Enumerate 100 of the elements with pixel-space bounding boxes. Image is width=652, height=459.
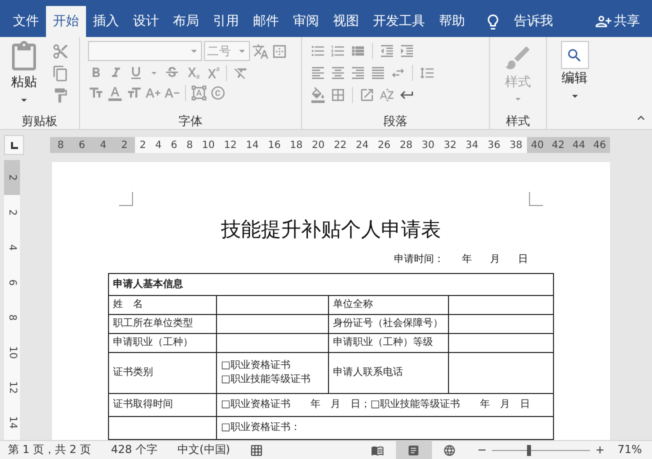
page-icon (407, 444, 420, 456)
ribbon-tab[interactable]: 开始 (46, 6, 86, 37)
ruler-number: 16 (268, 138, 281, 152)
ruler-number: 20 (312, 138, 325, 152)
book-icon (371, 444, 384, 456)
ruler-number: 6 (170, 138, 178, 152)
ruler-number: 6 (6, 279, 18, 286)
date-label: 申请时间： (394, 252, 444, 267)
bullets-icon[interactable] (310, 43, 326, 59)
editing-button[interactable]: 编辑 (556, 41, 592, 102)
ribbon-tab[interactable]: 邮件 (246, 6, 286, 37)
character-border-icon[interactable] (271, 42, 288, 60)
ribbon-tab[interactable]: 引用 (206, 6, 246, 37)
increase-indent-icon[interactable] (399, 43, 415, 59)
table-cell: □职业资格证书： (216, 417, 553, 439)
share-button[interactable]: 共享 (614, 12, 640, 32)
character-shading-icon[interactable] (191, 85, 207, 101)
ruler-number: 42 (552, 138, 564, 152)
table-cell-text: 申请职业（工种） (112, 336, 194, 350)
tell-me-button[interactable]: 告诉我 (514, 12, 553, 32)
ruler-number: 14 (246, 138, 259, 152)
table-cell: 申请职业（工种）等级 (328, 334, 448, 352)
table-cell-text: 证书取得时间 (112, 398, 174, 412)
ruler-number: 30 (422, 138, 434, 152)
decrease-indent-icon[interactable] (379, 43, 395, 59)
tab-selector[interactable] (4, 135, 24, 155)
ruler-number: 8 (186, 138, 193, 152)
table-cell: 申请人联系电话 (328, 353, 448, 393)
ruler-number: 34 (466, 138, 478, 152)
cut-icon[interactable] (52, 43, 69, 60)
document-title: 技能提升补贴个人申请表 (221, 216, 441, 243)
phonetic-guide-icon[interactable] (252, 42, 269, 60)
table-cell: □职业资格证书 □职业技能等级证书 (216, 353, 328, 393)
paste-button[interactable]: 粘贴 (4, 41, 44, 106)
ruler-number: 2 (6, 209, 18, 216)
table-cell-text: 姓 名 (112, 298, 144, 312)
group-title: 段落 (384, 113, 408, 130)
shading-icon[interactable] (310, 87, 326, 103)
table-cell: □职业资格证书 年 月 日；□职业技能等级证书 年 月 日 (216, 394, 553, 416)
paintbrush-icon[interactable] (52, 87, 69, 104)
ruler-number: 10 (6, 346, 18, 359)
macro-icon[interactable] (250, 444, 264, 456)
ribbon-tab[interactable]: 帮助 (432, 6, 472, 37)
globe-icon (443, 444, 456, 456)
ruler-number: 40 (531, 138, 544, 152)
ribbon-tab[interactable]: 开发工具 (366, 6, 432, 37)
ruler-number: 36 (488, 138, 500, 152)
zoom-slider[interactable] (492, 444, 590, 456)
group-title: 样式 (506, 113, 530, 130)
ruler-number: 2 (121, 138, 128, 152)
zoom-thumb[interactable] (526, 444, 531, 456)
justify-icon[interactable] (370, 65, 386, 81)
numbering-icon[interactable] (330, 43, 346, 59)
borders-icon[interactable] (330, 87, 346, 103)
word-count[interactable]: 428 个字 (110, 442, 158, 458)
ruler-number: 28 (400, 138, 412, 152)
ribbon-tab[interactable]: 插入 (86, 6, 126, 37)
person-add-icon[interactable] (595, 13, 612, 30)
font-name-field[interactable] (88, 41, 202, 61)
ribbon-tab[interactable]: 文件 (6, 6, 46, 37)
group-title: 字体 (178, 113, 202, 130)
zoom-in-icon[interactable] (594, 444, 606, 456)
ruler-number: 8 (57, 138, 64, 152)
ruler-number: 12 (6, 381, 18, 394)
ruler-number: 2 (6, 174, 18, 181)
align-left-icon[interactable] (310, 65, 326, 81)
table-cell-text: 申请人基本信息 (112, 278, 184, 292)
enclose-character-icon[interactable] (210, 85, 226, 101)
year-label: 年 (462, 253, 472, 267)
zoom-level[interactable]: 71% (618, 442, 642, 458)
ruler-number: 6 (78, 138, 86, 152)
ribbon-tab[interactable]: 审阅 (286, 6, 326, 37)
ruler-number: 12 (224, 138, 237, 152)
table-cell-text: 职工所在单位类型 (112, 316, 194, 331)
language-indicator[interactable]: 中文(中国) (177, 442, 230, 458)
month-label: 月 (490, 253, 500, 267)
ribbon-tab[interactable]: 布局 (166, 6, 206, 37)
font-color-icon[interactable] (107, 85, 123, 101)
ruler-number: 22 (334, 138, 347, 152)
align-right-icon[interactable] (350, 65, 366, 81)
page-count[interactable]: 第 1 页，共 2 页 (8, 442, 91, 458)
ribbon-tab[interactable]: 设计 (126, 6, 166, 37)
line-spacing-icon[interactable] (419, 65, 435, 81)
table-cell: 单位全称 (328, 296, 448, 314)
ruler-number: 32 (444, 138, 456, 152)
ruler-number: 18 (290, 138, 303, 152)
ruler-number: 8 (6, 314, 18, 321)
search-icon (566, 46, 583, 64)
chinese-layout-icon[interactable] (359, 87, 375, 103)
ruler-number: 4 (155, 138, 162, 152)
copy-icon[interactable] (52, 65, 69, 82)
ruler-number: 2 (140, 138, 146, 152)
ribbon-tab[interactable]: 视图 (326, 6, 366, 37)
ruler-number: 10 (202, 138, 215, 152)
ruler-number: 14 (6, 416, 18, 429)
table-cell-text: 证书类别 (112, 366, 154, 380)
align-center-icon[interactable] (330, 65, 346, 81)
ruler-number: 46 (593, 138, 606, 152)
view-button[interactable] (396, 441, 432, 459)
day-label: 日 (518, 253, 528, 267)
